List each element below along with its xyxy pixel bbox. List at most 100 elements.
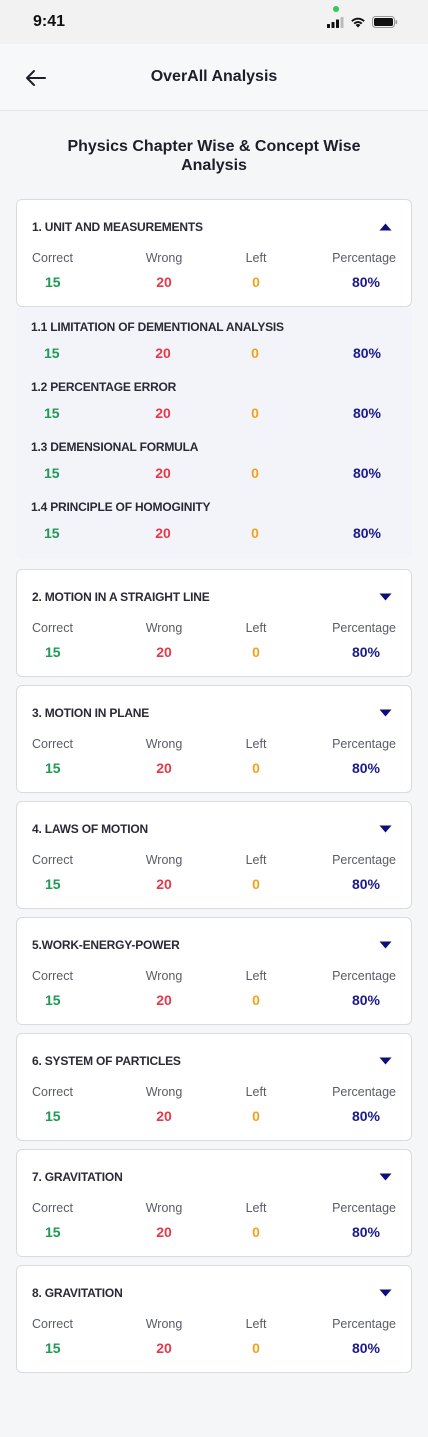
wrong-count: 20 [155, 465, 171, 481]
chapter-title: 2. MOTION IN A STRAIGHT LINE [32, 590, 210, 604]
wrong-count: 20 [155, 405, 171, 421]
wrong-label: Wrong [145, 621, 183, 635]
percentage-value: 80% [351, 992, 380, 1008]
chapter-card[interactable]: 8. GRAVITATION Correct Wrong Left Percentage… [16, 1265, 412, 1373]
correct-label: Correct [32, 969, 73, 983]
chapter-title: 3. MOTION IN PLANE [32, 706, 150, 720]
percentage-label: Percentage [332, 621, 396, 635]
left-count: 0 [252, 992, 260, 1008]
correct-label: Correct [32, 737, 73, 751]
chapter-title: 8. GRAVITATION [32, 1286, 123, 1300]
chapter-title: 5.WORK-ENERGY-POWER [32, 938, 180, 952]
wrong-count: 20 [156, 274, 172, 290]
correct-count: 15 [45, 992, 61, 1008]
left-label: Left [245, 1085, 267, 1099]
status-icons [327, 6, 398, 28]
left-count: 0 [252, 876, 260, 892]
wrong-label: Wrong [145, 969, 183, 983]
cellular-signal-icon [327, 16, 344, 28]
chapter-card[interactable]: 7. GRAVITATION Correct Wrong Left Percentage… [16, 1149, 412, 1257]
correct-label: Correct [32, 251, 73, 265]
correct-count: 15 [45, 644, 61, 660]
chapter-title: 4. LAWS OF MOTION [32, 822, 148, 836]
chapter-title: 6. SYSTEM OF PARTICLES [32, 1054, 181, 1068]
left-label: Left [245, 251, 267, 265]
status-bar: 9:41 [0, 0, 428, 44]
correct-count: 15 [44, 345, 60, 361]
wrong-count: 20 [155, 345, 171, 361]
left-count: 0 [252, 760, 260, 776]
page-title: OverAll Analysis [150, 68, 278, 85]
percentage-value: 80% [352, 345, 381, 361]
concept-item: 1.2 PERCENTAGE ERROR 15 20 0 80% [16, 367, 412, 427]
chevron-up-icon[interactable] [379, 223, 392, 231]
correct-count: 15 [45, 876, 61, 892]
left-label: Left [245, 621, 267, 635]
percentage-value: 80% [352, 465, 381, 481]
wrong-label: Wrong [145, 1317, 183, 1331]
left-count: 0 [251, 345, 259, 361]
left-count: 0 [251, 405, 259, 421]
chapter-card[interactable]: 3. MOTION IN PLANE Correct Wrong Left Percen… [16, 685, 412, 793]
wrong-count: 20 [156, 992, 172, 1008]
back-arrow-icon[interactable] [24, 66, 48, 90]
wrong-count: 20 [156, 760, 172, 776]
wrong-count: 20 [156, 644, 172, 660]
chapter-card[interactable]: 2. MOTION IN A STRAIGHT LINE Correct Wrong… [16, 569, 412, 677]
chevron-down-icon[interactable] [379, 825, 392, 833]
percentage-value: 80% [351, 876, 380, 892]
chapter-card[interactable]: 5.WORK-ENERGY-POWER Correct Wrong Left Perce… [16, 917, 412, 1025]
concept-item: 1.1 LIMITATION OF DEMENTIONAL ANALYSIS 15… [16, 307, 412, 367]
wrong-count: 20 [156, 1108, 172, 1124]
chevron-down-icon[interactable] [379, 941, 392, 949]
left-count: 0 [251, 525, 259, 541]
left-label: Left [245, 737, 267, 751]
wrong-count: 20 [156, 876, 172, 892]
chapter-card[interactable]: 4. LAWS OF MOTION Correct Wrong Left Percent… [16, 801, 412, 909]
chevron-down-icon[interactable] [379, 593, 392, 601]
wrong-label: Wrong [145, 251, 183, 265]
correct-count: 15 [45, 274, 61, 290]
concept-item: 1.3 DEMENSIONAL FORMULA 15 20 0 80% [16, 427, 412, 487]
percentage-value: 80% [352, 405, 381, 421]
chevron-down-icon[interactable] [379, 1057, 392, 1065]
left-count: 0 [252, 1108, 260, 1124]
app-header: OverAll Analysis [0, 44, 428, 111]
wrong-count: 20 [155, 525, 171, 541]
left-label: Left [245, 969, 267, 983]
chevron-down-icon[interactable] [379, 1173, 392, 1181]
wifi-icon [351, 17, 365, 27]
left-count: 0 [252, 1340, 260, 1356]
left-count: 0 [252, 1224, 260, 1240]
correct-count: 15 [45, 1340, 61, 1356]
correct-label: Correct [32, 1201, 73, 1215]
concept-title: 1.3 DEMENSIONAL FORMULA [31, 440, 199, 454]
wrong-count: 20 [156, 1340, 172, 1356]
percentage-label: Percentage [332, 969, 396, 983]
concept-list: 1.1 LIMITATION OF DEMENTIONAL ANALYSIS 15… [16, 307, 412, 559]
chapter-list: 1. UNIT AND MEASUREMENTS Correct Wrong Left… [0, 199, 428, 1373]
wrong-label: Wrong [145, 1085, 183, 1099]
correct-count: 15 [44, 465, 60, 481]
wrong-count: 20 [156, 1224, 172, 1240]
percentage-value: 80% [351, 1108, 380, 1124]
wrong-label: Wrong [145, 737, 183, 751]
left-label: Left [245, 1201, 267, 1215]
percentage-value: 80% [352, 525, 381, 541]
percentage-value: 80% [351, 644, 380, 660]
left-count: 0 [251, 465, 259, 481]
correct-count: 15 [45, 1224, 61, 1240]
correct-label: Correct [32, 1085, 73, 1099]
left-count: 0 [252, 644, 260, 660]
chevron-down-icon[interactable] [379, 709, 392, 717]
correct-count: 15 [44, 405, 60, 421]
status-time: 9:41 [33, 13, 66, 30]
chevron-down-icon[interactable] [379, 1289, 392, 1297]
left-label: Left [245, 1317, 267, 1331]
chapter-card[interactable]: 1. UNIT AND MEASUREMENTS Correct Wrong Left… [16, 199, 412, 307]
wrong-label: Wrong [145, 853, 183, 867]
percentage-label: Percentage [332, 1085, 396, 1099]
left-count: 0 [252, 274, 260, 290]
chapter-card[interactable]: 6. SYSTEM OF PARTICLES Correct Wrong Left Pe… [16, 1033, 412, 1141]
percentage-label: Percentage [332, 853, 396, 867]
